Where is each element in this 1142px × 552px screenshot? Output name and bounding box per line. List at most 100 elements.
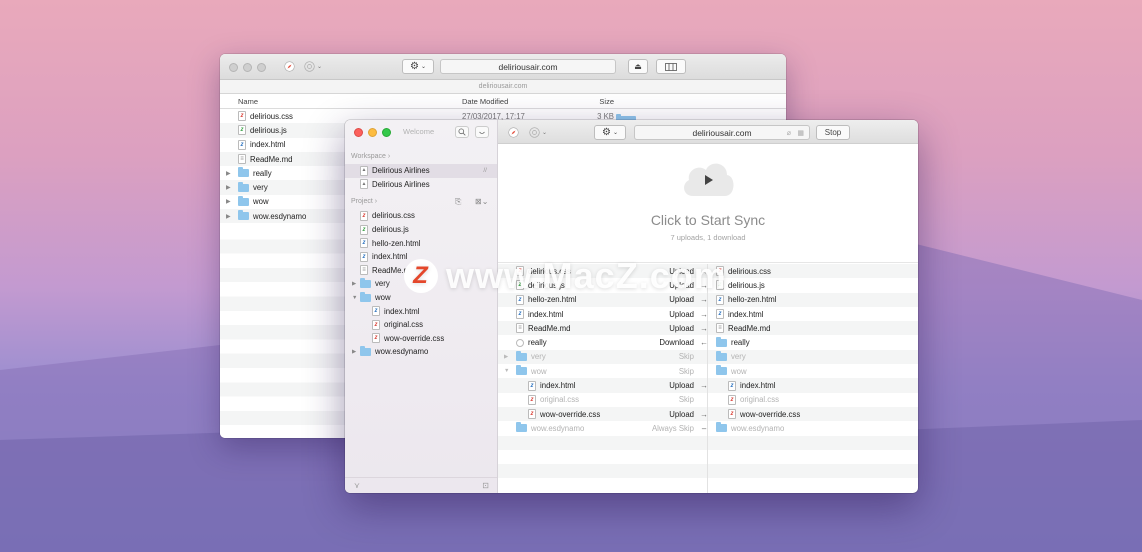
sync-arrow-icon: ← xyxy=(700,338,708,348)
minimize-button[interactable] xyxy=(243,63,252,72)
project-item[interactable]: z delirious.js xyxy=(345,223,497,237)
sync-row[interactable]: ≡ ReadMe.md Upload → ≡ ReadMe.md xyxy=(498,321,918,336)
project-heading-label[interactable]: Project › xyxy=(351,198,377,205)
column-date-header[interactable]: Date Modified xyxy=(456,97,564,106)
html-file-icon: z xyxy=(516,309,524,320)
remote-file-cell: wow xyxy=(716,364,747,378)
sync-arrow-icon xyxy=(698,393,710,407)
stop-button[interactable]: Stop xyxy=(816,125,850,140)
target-icon[interactable]: ⌄ xyxy=(302,59,324,74)
workspace-item[interactable]: ▲ Delirious Airlines xyxy=(345,178,497,192)
sync-row[interactable]: z index.html Upload → z index.html xyxy=(498,307,918,321)
filter-icon[interactable]: ⋎ xyxy=(354,481,360,490)
remote-file-cell: z index.html xyxy=(728,378,776,392)
disclosure-triangle[interactable]: ▶ xyxy=(226,198,231,205)
grid-icon: ▦ xyxy=(797,129,804,137)
start-sync-area[interactable]: Click to Start Sync 7 uploads, 1 downloa… xyxy=(498,144,918,263)
target-icon[interactable]: ⌄ xyxy=(526,125,550,140)
site-icon: ▲ xyxy=(360,165,368,176)
sync-row[interactable]: wow.esdynamo Always Skip – wow.esdynamo xyxy=(498,421,918,435)
local-file-name: index.html xyxy=(528,309,564,319)
css-file-icon: z xyxy=(528,409,536,420)
disclosure-triangle[interactable]: ▼ xyxy=(352,295,357,301)
watermark: Z www.MacZ.com xyxy=(404,255,727,296)
smile-icon[interactable] xyxy=(475,126,489,138)
compass-icon[interactable] xyxy=(506,125,520,140)
folder-icon xyxy=(238,195,249,206)
project-item[interactable]: z index.html xyxy=(345,304,497,318)
disclosure-triangle[interactable]: ▶ xyxy=(352,281,356,287)
add-file-icon[interactable]: ⎘ xyxy=(455,195,461,209)
eject-button[interactable]: ⏏ xyxy=(628,59,648,74)
sync-action[interactable]: Skip xyxy=(628,350,694,364)
remote-file-name: really xyxy=(731,338,750,348)
sync-action[interactable]: Upload xyxy=(628,321,694,335)
finder-address-bar[interactable]: deliriousair.com xyxy=(440,59,616,74)
sync-arrow-icon: – xyxy=(701,423,707,433)
local-file-name: original.css xyxy=(540,395,579,405)
sync-row[interactable]: z wow-override.css Upload → z wow-override.cs… xyxy=(498,406,918,422)
project-item[interactable]: z delirious.css xyxy=(345,209,497,223)
column-size-header[interactable]: Size xyxy=(564,97,622,106)
gear-menu-button[interactable]: ⚙ ⌄ xyxy=(402,59,434,74)
project-item[interactable]: ▶ wow.esdynamo xyxy=(345,345,497,359)
expand-icon[interactable]: ⊡ xyxy=(482,481,489,490)
options-menu-icon[interactable]: ⊠⌄ xyxy=(475,195,488,209)
minimize-button[interactable] xyxy=(368,128,377,137)
remote-file-name: delirious.js xyxy=(728,280,765,290)
sync-row[interactable]: really Download ← really xyxy=(498,335,918,349)
disclosure-triangle[interactable]: ▶ xyxy=(226,170,231,177)
close-button[interactable] xyxy=(229,63,238,72)
disclosure-triangle[interactable]: ▶ xyxy=(226,184,231,191)
disclosure-triangle[interactable]: ▶ xyxy=(226,213,231,220)
address-bar[interactable]: deliriousair.com ⌀ ▦ xyxy=(634,125,810,140)
remote-file-cell: z index.html xyxy=(716,307,764,321)
project-item-label: wow.esdynamo xyxy=(375,347,429,357)
disclosure-triangle[interactable]: ▶ xyxy=(504,354,508,360)
sync-action[interactable]: Skip xyxy=(628,393,694,407)
project-item[interactable]: z wow-override.css xyxy=(345,332,497,346)
sync-action[interactable]: Upload xyxy=(628,307,694,321)
zoom-button[interactable] xyxy=(382,128,391,137)
welcome-tab[interactable]: Welcome xyxy=(403,127,434,136)
project-item[interactable]: z original.css xyxy=(345,318,497,332)
workspace-heading[interactable]: Workspace › xyxy=(345,150,497,164)
empty-row xyxy=(498,464,918,479)
folder-icon xyxy=(716,422,727,433)
remote-file-cell: really xyxy=(716,335,750,349)
empty-row xyxy=(498,478,918,492)
address-text: deliriousair.com xyxy=(498,61,558,72)
sync-action[interactable]: Upload xyxy=(628,378,694,392)
sync-row[interactable]: ▶ very Skip very xyxy=(498,349,918,365)
workspace-item[interactable]: ▲ Delirious Airlines // xyxy=(345,164,497,178)
sync-action[interactable]: Download xyxy=(628,335,694,349)
sync-action[interactable]: Upload xyxy=(628,407,694,421)
project-item[interactable]: z hello-zen.html xyxy=(345,236,497,250)
disclosure-triangle[interactable]: ▼ xyxy=(504,368,509,374)
folder-icon xyxy=(716,365,727,376)
close-button[interactable] xyxy=(354,128,363,137)
gear-menu-button[interactable]: ⚙ ⌄ xyxy=(594,125,626,140)
zoom-button[interactable] xyxy=(257,63,266,72)
column-name-header[interactable]: Name xyxy=(220,97,456,106)
file-name: delirious.css xyxy=(250,111,293,121)
sync-row[interactable]: z index.html Upload → z index.html xyxy=(498,378,918,393)
sync-row[interactable]: z original.css Skip z original.css xyxy=(498,393,918,407)
disclosure-triangle[interactable]: ▶ xyxy=(352,349,356,355)
search-icon[interactable] xyxy=(455,126,469,138)
project-item-label: hello-zen.html xyxy=(372,238,421,248)
column-header: Name Date Modified Size xyxy=(220,94,786,109)
sync-action[interactable]: Always Skip xyxy=(628,421,694,435)
remote-file-name: hello-zen.html xyxy=(728,295,777,305)
sidebar: Welcome Workspace › ▲ Delirious Airlines /… xyxy=(345,120,498,493)
local-file-cell: z index.html xyxy=(528,378,576,392)
column-view-button[interactable] xyxy=(656,59,686,74)
sync-action[interactable]: Skip xyxy=(628,364,694,378)
remote-file-name: wow-override.css xyxy=(740,409,801,419)
link-icon: ⌀ xyxy=(786,129,791,137)
workspace-item-label: Delirious Airlines xyxy=(372,179,430,189)
workspace-list: ▲ Delirious Airlines // ▲ Delirious Airlines xyxy=(345,164,497,191)
sync-row[interactable]: ▼ wow Skip wow xyxy=(498,364,918,378)
compass-icon[interactable] xyxy=(282,59,296,74)
finder-toolbar: ⌄ ⚙ ⌄ deliriousair.com ⏏ xyxy=(220,54,786,80)
